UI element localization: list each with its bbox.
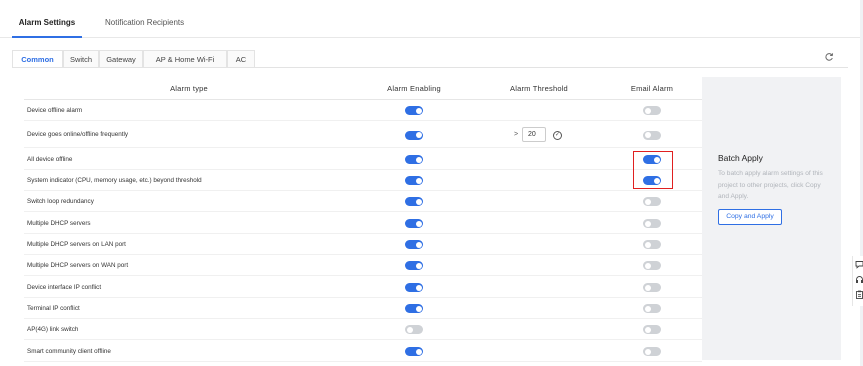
alarm-type-label: AP(4G) link switch — [27, 326, 79, 333]
email-alarm-toggle[interactable] — [643, 283, 661, 292]
tab-switch[interactable]: Switch — [63, 50, 99, 68]
table-row: All device offline — [24, 149, 702, 170]
chat-icon[interactable] — [855, 260, 863, 270]
alarm-type-label: System indicator (CPU, memory usage, etc… — [27, 177, 202, 184]
header-alarm-type: Alarm type — [170, 84, 208, 93]
tab-gateway[interactable]: Gateway — [99, 50, 143, 68]
tab-common[interactable]: Common — [12, 50, 63, 68]
alarm-enable-toggle[interactable] — [405, 219, 423, 228]
tab-alarm-settings[interactable]: Alarm Settings — [12, 0, 82, 38]
email-alarm-toggle[interactable] — [643, 240, 661, 249]
alarm-type-label: Switch loop redundancy — [27, 198, 94, 205]
email-alarm-toggle[interactable] — [643, 261, 661, 270]
header-alarm-threshold: Alarm Threshold — [510, 84, 568, 93]
table-row: Multiple DHCP servers — [24, 213, 702, 234]
refresh-icon[interactable] — [824, 52, 834, 62]
threshold-input[interactable]: 20 — [522, 127, 546, 142]
alarm-table: Alarm type Alarm Enabling Alarm Threshol… — [24, 77, 702, 362]
alarm-enable-toggle[interactable] — [405, 283, 423, 292]
clipboard-icon[interactable] — [855, 290, 863, 300]
header-email-alarm: Email Alarm — [630, 84, 674, 93]
alarm-type-label: Multiple DHCP servers on WAN port — [27, 262, 129, 269]
copy-and-apply-button[interactable]: Copy and Apply — [718, 209, 782, 225]
alarm-enable-toggle[interactable] — [405, 176, 423, 185]
table-row: Terminal IP conflict — [24, 298, 702, 319]
highlight-box — [633, 151, 673, 189]
headset-icon[interactable] — [855, 275, 863, 285]
alarm-settings-panel: Alarm Settings Notification Recipients C… — [0, 0, 860, 366]
email-alarm-toggle[interactable] — [643, 106, 661, 115]
alarm-type-label: Terminal IP conflict — [27, 305, 80, 312]
email-alarm-toggle[interactable] — [643, 130, 661, 140]
tab-ac[interactable]: AC — [227, 50, 255, 68]
alarm-enable-toggle[interactable] — [405, 325, 423, 334]
alarm-enable-toggle[interactable] — [405, 304, 423, 313]
alarm-type-label: Multiple DHCP servers on LAN port — [27, 241, 126, 248]
alarm-enable-toggle[interactable] — [405, 347, 423, 356]
tab-notification-recipients[interactable]: Notification Recipients — [105, 0, 185, 38]
table-row: Device offline alarm — [24, 100, 702, 121]
table-row: Multiple DHCP servers on WAN port — [24, 255, 702, 276]
table-row: Switch loop redundancy — [24, 191, 702, 212]
table-row: Device interface IP conflict — [24, 277, 702, 298]
alarm-enable-toggle[interactable] — [405, 261, 423, 270]
alarm-type-label: Device goes online/offline frequently — [27, 131, 129, 138]
floating-toolbar — [852, 256, 863, 306]
alarm-type-label: Smart community client offline — [27, 348, 111, 355]
alarm-type-label: All device offline — [27, 156, 73, 163]
email-alarm-toggle[interactable] — [643, 325, 661, 334]
email-alarm-toggle[interactable] — [643, 219, 661, 228]
alarm-enable-toggle[interactable] — [405, 197, 423, 206]
table-row: AP(4G) link switch — [24, 319, 702, 340]
confirm-check-icon[interactable]: ✓ — [553, 130, 562, 140]
batch-apply-title: Batch Apply — [718, 153, 763, 163]
batch-apply-description: To batch apply alarm settings of this pr… — [718, 170, 823, 200]
table-row: System indicator (CPU, memory usage, etc… — [24, 170, 702, 191]
table-row: Device goes online/offline frequently > … — [24, 122, 702, 148]
table-row: Smart community client offline — [24, 341, 702, 362]
header-alarm-enabling: Alarm Enabling — [387, 84, 441, 93]
batch-apply-panel: Batch Apply To batch apply alarm setting… — [702, 77, 841, 360]
alarm-type-label: Multiple DHCP servers — [27, 220, 91, 227]
top-tab-bar: Alarm Settings Notification Recipients — [0, 0, 860, 38]
alarm-enable-toggle[interactable] — [405, 130, 423, 140]
threshold-operator: > — [514, 131, 519, 138]
alarm-type-label: Device offline alarm — [27, 107, 83, 114]
email-alarm-toggle[interactable] — [643, 304, 661, 313]
alarm-enable-toggle[interactable] — [405, 106, 423, 115]
alarm-enable-toggle[interactable] — [405, 240, 423, 249]
alarm-type-label: Device interface IP conflict — [27, 284, 102, 291]
table-header: Alarm type Alarm Enabling Alarm Threshol… — [24, 77, 702, 100]
table-row: Multiple DHCP servers on LAN port — [24, 234, 702, 255]
tab-divider — [12, 67, 848, 68]
alarm-enable-toggle[interactable] — [405, 155, 423, 164]
tab-ap-home-wifi[interactable]: AP & Home Wi-Fi — [143, 50, 227, 68]
email-alarm-toggle[interactable] — [643, 197, 661, 206]
email-alarm-toggle[interactable] — [643, 347, 661, 356]
